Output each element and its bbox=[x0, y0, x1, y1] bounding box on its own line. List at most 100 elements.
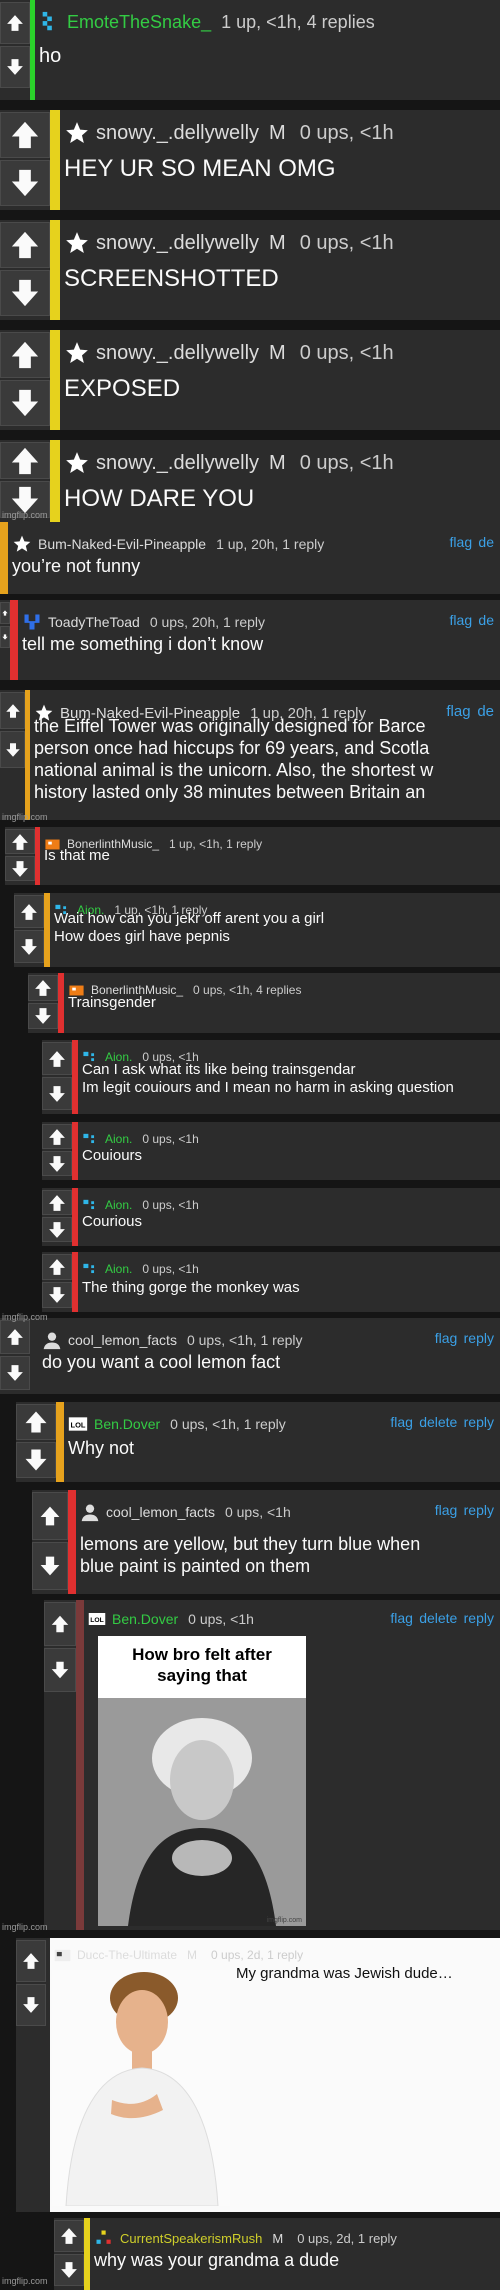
username-link[interactable]: Ducc-The-Ultimate bbox=[77, 1948, 177, 1962]
username-link[interactable]: Aion. bbox=[105, 1198, 132, 1212]
upvote-button[interactable] bbox=[42, 1190, 72, 1215]
downvote-button[interactable] bbox=[0, 46, 30, 88]
upvote-button[interactable] bbox=[0, 332, 50, 378]
comment-meta: 0 ups, <1h bbox=[299, 231, 394, 254]
comment-meta: 0 ups, <1h bbox=[188, 1610, 254, 1627]
flag-link[interactable]: flag bbox=[435, 1330, 458, 1346]
reply-link[interactable]: reply bbox=[464, 1610, 494, 1626]
thread-depth-bar bbox=[50, 220, 60, 320]
star-icon[interactable] bbox=[64, 120, 90, 146]
downvote-button[interactable] bbox=[0, 270, 50, 316]
username-link[interactable]: snowy._.dellywelly bbox=[96, 342, 259, 365]
upvote-button[interactable] bbox=[42, 1042, 72, 1075]
flag-link[interactable]: flag bbox=[390, 1414, 413, 1430]
flag-link[interactable]: flag bbox=[390, 1610, 413, 1626]
upvote-button[interactable] bbox=[14, 895, 44, 928]
username-link[interactable]: Ben.Dover bbox=[112, 1611, 178, 1627]
dots-icon[interactable] bbox=[82, 1261, 99, 1278]
upvote-button[interactable] bbox=[0, 222, 50, 268]
upvote-button[interactable] bbox=[5, 829, 35, 854]
upvote-button[interactable] bbox=[0, 692, 25, 729]
de-link[interactable]: de bbox=[478, 534, 494, 550]
upvote-button[interactable] bbox=[54, 2220, 84, 2252]
downvote-button[interactable] bbox=[16, 1984, 46, 2026]
star-icon[interactable] bbox=[12, 534, 32, 554]
reply-link[interactable]: reply bbox=[464, 1414, 494, 1430]
downvote-button[interactable] bbox=[14, 930, 44, 963]
dots-icon[interactable] bbox=[82, 1197, 99, 1214]
username-link[interactable]: ToadyTheToad bbox=[48, 614, 140, 630]
dots-icon[interactable] bbox=[82, 1131, 99, 1148]
upvote-button[interactable] bbox=[42, 1124, 72, 1149]
star-icon[interactable] bbox=[64, 230, 90, 256]
thread-depth-bar bbox=[56, 1402, 64, 1482]
username-link[interactable]: EmoteTheSnake_ bbox=[67, 12, 211, 33]
upvote-button[interactable] bbox=[32, 1492, 68, 1540]
downvote-button[interactable] bbox=[44, 1648, 76, 1692]
comment-text: why was your grandma a dude bbox=[94, 2250, 340, 2270]
flag-link[interactable]: flag bbox=[450, 612, 473, 628]
upvote-button[interactable] bbox=[0, 442, 50, 479]
upvote-button[interactable] bbox=[28, 975, 58, 1001]
username-link[interactable]: snowy._.dellywelly bbox=[96, 122, 259, 145]
username-link[interactable]: Ben.Dover bbox=[94, 1416, 160, 1432]
username-link[interactable]: cool_lemon_facts bbox=[106, 1504, 215, 1520]
downvote-button[interactable] bbox=[0, 731, 25, 768]
flag-link[interactable]: flag bbox=[435, 1502, 458, 1518]
lol-icon[interactable]: LOL bbox=[68, 1414, 88, 1434]
username-link[interactable]: snowy._.dellywelly bbox=[96, 232, 259, 255]
downvote-button[interactable] bbox=[42, 1077, 72, 1110]
imgflip-watermark: imgflip.com bbox=[2, 510, 48, 520]
downvote-button[interactable] bbox=[16, 1442, 56, 1478]
upvote-button[interactable] bbox=[16, 1404, 56, 1440]
upvote-button[interactable] bbox=[42, 1254, 72, 1280]
downvote-button[interactable] bbox=[0, 626, 10, 648]
username-link[interactable]: cool_lemon_facts bbox=[68, 1332, 177, 1348]
username-link[interactable]: snowy._.dellywelly bbox=[96, 452, 259, 475]
upvote-button[interactable] bbox=[44, 1602, 76, 1646]
photo-young-man[interactable] bbox=[52, 1970, 230, 2206]
mod-badge: M bbox=[269, 451, 286, 474]
downvote-button[interactable] bbox=[0, 1356, 30, 1390]
downvote-button[interactable] bbox=[0, 380, 50, 426]
meme-image[interactable]: How bro felt after saying that imgflip.c… bbox=[98, 1636, 306, 1926]
username-link[interactable]: Aion. bbox=[105, 1262, 132, 1276]
duck-icon[interactable] bbox=[54, 1947, 71, 1964]
upvote-button[interactable] bbox=[0, 1320, 30, 1354]
star-icon[interactable] bbox=[64, 340, 90, 366]
downvote-button[interactable] bbox=[42, 1217, 72, 1242]
de-link[interactable]: de bbox=[478, 612, 494, 628]
dots3-icon[interactable] bbox=[94, 2228, 114, 2248]
person-icon[interactable] bbox=[42, 1330, 62, 1350]
upvote-button[interactable] bbox=[0, 112, 50, 158]
comment-meta: 1 up, 20h, 1 reply bbox=[216, 535, 325, 552]
snake-icon[interactable] bbox=[39, 11, 61, 33]
person-icon[interactable] bbox=[80, 1502, 100, 1522]
downvote-button[interactable] bbox=[5, 856, 35, 881]
username-link[interactable]: Bum-Naked-Evil-Pineapple bbox=[38, 536, 206, 552]
flag-link[interactable]: flag bbox=[450, 534, 473, 550]
comment: Bum-Naked-Evil-Pineapple 1 up, 20h, 1 rep… bbox=[0, 690, 500, 820]
lol-icon[interactable]: LOL bbox=[88, 1610, 106, 1628]
downvote-button[interactable] bbox=[0, 160, 50, 206]
reply-link[interactable]: reply bbox=[464, 1330, 494, 1346]
star-icon[interactable] bbox=[64, 450, 90, 476]
delete-link[interactable]: delete bbox=[419, 1610, 457, 1626]
downvote-button[interactable] bbox=[42, 1151, 72, 1176]
upvote-button[interactable] bbox=[16, 1940, 46, 1982]
username-link[interactable]: Aion. bbox=[105, 1132, 132, 1146]
comment-text: Courious bbox=[82, 1213, 143, 1230]
thread-depth-bar bbox=[68, 1490, 76, 1594]
downvote-button[interactable] bbox=[28, 1003, 58, 1029]
delete-link[interactable]: delete bbox=[419, 1414, 457, 1430]
reply-link[interactable]: reply bbox=[464, 1502, 494, 1518]
toad-icon[interactable] bbox=[22, 612, 42, 632]
comment: snowy._.dellywelly M 0 ups, <1h EXPOSED bbox=[0, 330, 500, 430]
downvote-button[interactable] bbox=[54, 2254, 84, 2286]
downvote-button[interactable] bbox=[42, 1282, 72, 1308]
upvote-button[interactable] bbox=[0, 602, 10, 624]
downvote-button[interactable] bbox=[32, 1542, 68, 1590]
upvote-button[interactable] bbox=[0, 2, 30, 44]
username-link[interactable]: CurrentSpeakerismRush bbox=[120, 2231, 262, 2246]
comment: Aion. 1 up, <1h, 1 reply Wait how can you … bbox=[14, 893, 500, 967]
